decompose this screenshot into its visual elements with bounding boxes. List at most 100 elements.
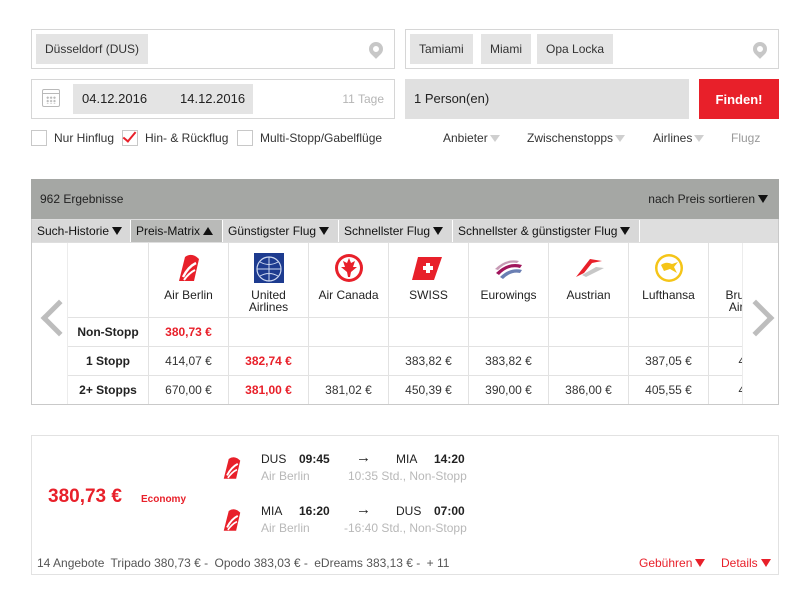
origin-field[interactable]: Düsseldorf (DUS) (31, 29, 395, 69)
leg-departure-time: 16:20 (299, 504, 330, 518)
filter-stops[interactable]: Zwischenstopps (527, 131, 626, 145)
dropdown-caret-icon (615, 135, 626, 142)
fees-toggle[interactable]: Gebühren (639, 556, 706, 570)
arrow-right-icon: → (356, 449, 371, 466)
price-cell[interactable]: 403 (709, 347, 742, 376)
depart-date[interactable]: 04.12.2016 (73, 84, 175, 114)
origin-chip[interactable]: Düsseldorf (DUS) (36, 34, 149, 64)
price-cell[interactable]: 450,39 € (389, 376, 469, 404)
price-cell[interactable]: 382,74 € (229, 347, 309, 376)
airline-name: Brussels Airlines (725, 288, 742, 314)
more-providers-link[interactable]: + 11 (427, 556, 450, 570)
price-matrix: Air Berlin United Airlines Air Canada SW… (31, 243, 779, 405)
airline-name: Eurowings (480, 288, 537, 302)
price-cell[interactable] (309, 347, 389, 376)
round-trip-label: Hin- & Rückflug (145, 131, 229, 145)
tab-fastest[interactable]: Schnellster Flug (339, 220, 453, 242)
one-way-checkbox[interactable] (31, 130, 47, 146)
date-range-field[interactable]: 04.12.2016 14.12.2016 11 Tage (31, 79, 395, 119)
destination-chip[interactable]: Opa Locka (537, 34, 614, 64)
matrix-prev-button[interactable] (32, 243, 78, 404)
destination-chip[interactable]: Miami (481, 34, 531, 64)
airline-header[interactable]: SWISS (389, 243, 469, 318)
matrix-next-button[interactable] (737, 243, 778, 404)
location-pin-icon[interactable] (366, 39, 386, 59)
destination-field[interactable]: Tamiami Miami Opa Locka (405, 29, 779, 69)
tab-search-history[interactable]: Such-Historie (32, 220, 131, 242)
round-trip-checkbox[interactable] (122, 128, 138, 146)
price-cell[interactable] (469, 318, 549, 347)
offer-price: 380,73 € (48, 486, 122, 507)
provider-link[interactable]: Tripado 380,73 € - (111, 556, 209, 570)
tab-fastest-cheapest[interactable]: Schnellster & günstigster Flug (453, 220, 640, 242)
price-cell[interactable]: 381,02 € (309, 376, 389, 404)
airline-header[interactable]: Brussels Airlines (709, 243, 742, 318)
airline-header[interactable]: Air Canada (309, 243, 389, 318)
chevron-right-icon (737, 299, 775, 337)
passengers-select[interactable]: 1 Person(en) (405, 79, 689, 119)
destination-chip[interactable]: Tamiami (410, 34, 473, 64)
airline-header[interactable]: Lufthansa (629, 243, 709, 318)
price-cell[interactable]: 381,00 € (229, 376, 309, 404)
filter-airlines[interactable]: Airlines (653, 131, 705, 145)
airline-header[interactable]: Austrian (549, 243, 629, 318)
leg-duration: -16:40 Std., Non-Stopp (344, 521, 467, 535)
filter-provider[interactable]: Anbieter (443, 131, 500, 145)
details-toggle[interactable]: Details (721, 556, 771, 570)
price-cell[interactable]: 413 (709, 376, 742, 404)
price-cell[interactable]: 387,05 € (629, 347, 709, 376)
leg-airline: Air Berlin (261, 469, 310, 483)
airline-name: SWISS (409, 288, 448, 302)
price-cell[interactable]: 383,82 € (469, 347, 549, 376)
price-cell[interactable]: 380,73 € (149, 318, 229, 347)
price-cell[interactable]: 383,82 € (389, 347, 469, 376)
sort-dropdown[interactable]: nach Preis sortieren (648, 179, 768, 219)
tab-cheapest[interactable]: Günstigster Flug (223, 220, 339, 242)
filter-flight-time[interactable]: Flugz (731, 131, 761, 145)
results-bar: 962 Ergebnisse nach Preis sortieren (31, 179, 779, 219)
filter-label: Airlines (653, 131, 693, 145)
return-date[interactable]: 14.12.2016 (160, 84, 253, 114)
price-cell[interactable]: 386,00 € (549, 376, 629, 404)
price-cell[interactable]: 414,07 € (149, 347, 229, 376)
eurowings-logo-icon (494, 260, 522, 279)
multi-stop-label: Multi-Stopp/Gabelflüge (260, 131, 383, 145)
provider-link[interactable]: Opodo 383,03 € - (215, 556, 308, 570)
price-cell[interactable] (709, 318, 742, 347)
calendar-icon[interactable] (42, 89, 60, 107)
caret-down-icon (760, 559, 771, 567)
find-button[interactable]: Finden! (699, 79, 779, 119)
offer-card[interactable]: 380,73 € Economy DUS 09:45 → MIA 14:20 A… (31, 435, 779, 575)
tab-price-matrix[interactable]: Preis-Matrix (131, 220, 223, 242)
price-cell[interactable] (389, 318, 469, 347)
price-cell[interactable]: 390,00 € (469, 376, 549, 404)
tab-label: Schnellster Flug (344, 224, 431, 238)
tab-label: Such-Historie (37, 224, 110, 238)
leg-duration: 10:35 Std., Non-Stopp (348, 469, 467, 483)
price-cell[interactable] (549, 347, 629, 376)
price-cell[interactable]: 670,00 € (149, 376, 229, 404)
united-logo-icon (253, 253, 284, 283)
airline-name: United Airlines (248, 288, 289, 314)
airline-header[interactable]: Eurowings (469, 243, 549, 318)
price-cell[interactable] (229, 318, 309, 347)
airline-header[interactable]: Air Berlin (149, 243, 229, 318)
price-cell[interactable] (309, 318, 389, 347)
price-cell[interactable] (549, 318, 629, 347)
fees-label: Gebühren (639, 556, 693, 570)
airline-name: Air Berlin (164, 288, 213, 302)
provider-link[interactable]: eDreams 383,13 € - (314, 556, 420, 570)
leg-airline: Air Berlin (261, 521, 310, 535)
air-berlin-logo-icon (178, 254, 199, 281)
caret-down-icon (112, 227, 123, 235)
matrix-grid: Air Berlin United Airlines Air Canada SW… (68, 243, 742, 404)
price-cell[interactable] (629, 318, 709, 347)
leg-destination: DUS (396, 504, 422, 518)
airline-name: Lufthansa (642, 288, 695, 302)
location-pin-icon[interactable] (750, 39, 770, 59)
airline-header[interactable]: United Airlines (229, 243, 309, 318)
caret-down-icon (433, 227, 444, 235)
price-cell[interactable]: 405,55 € (629, 376, 709, 404)
multi-stop-checkbox[interactable] (237, 130, 253, 146)
lufthansa-crane-logo-icon (654, 254, 683, 282)
